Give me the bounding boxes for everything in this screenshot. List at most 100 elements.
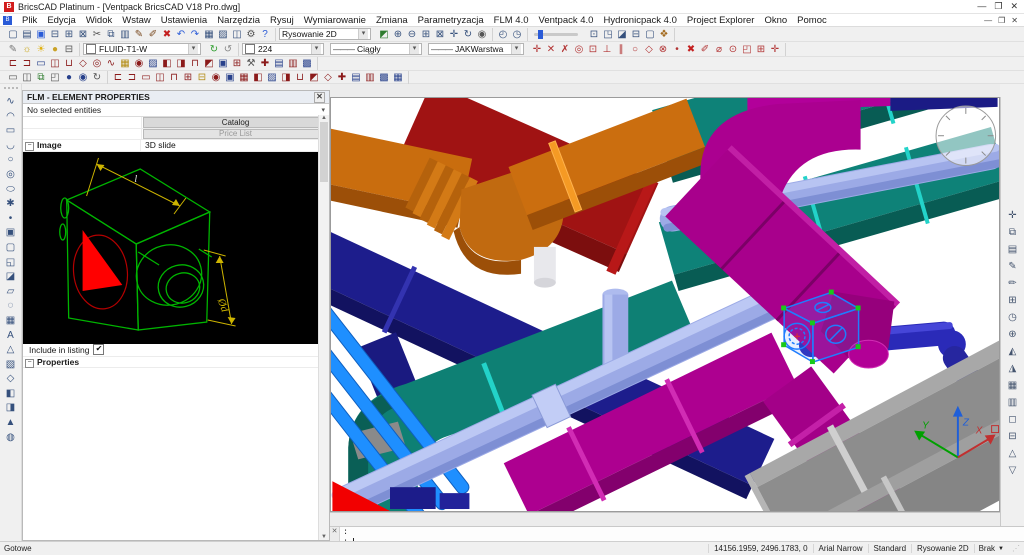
snap-tangent-icon[interactable]: ⊗ — [656, 43, 670, 56]
snap-off-icon[interactable]: ✖ — [684, 43, 698, 56]
layer-combo[interactable]: FLUID-T1-W▾ — [83, 43, 201, 55]
wipeout-icon[interactable]: ◌ — [4, 299, 18, 314]
menu-item-project-explorer[interactable]: Project Explorer — [682, 15, 760, 26]
vp-orbit-icon[interactable]: ↻ — [90, 71, 104, 84]
menu-item-plik[interactable]: Plik — [17, 15, 42, 26]
flm-fan-icon[interactable]: ◉ — [132, 57, 146, 70]
vent-elbow-icon[interactable]: ◫ — [153, 71, 167, 84]
snap-center-icon[interactable]: ◎ — [572, 43, 586, 56]
menu-item-hydronicpack-4-0[interactable]: Hydronicpack 4.0 — [598, 15, 681, 26]
ellipse-icon[interactable]: ⬭ — [4, 183, 18, 198]
snap-perp-icon[interactable]: ⊥ — [600, 43, 614, 56]
zoom-out-icon[interactable]: ⊖ — [405, 28, 419, 41]
panel-scrollbar[interactable]: ▲ ▼ — [318, 115, 329, 540]
pan-icon[interactable]: ✛ — [447, 28, 461, 41]
snap-node-icon[interactable]: ⊡ — [586, 43, 600, 56]
flm-tee-icon[interactable]: ⊔ — [62, 57, 76, 70]
scroll-up-icon[interactable]: ▲ — [321, 115, 327, 121]
vent-run-icon[interactable]: ▭ — [139, 71, 153, 84]
visual-style-icon[interactable]: ◪ — [615, 28, 629, 41]
flm-flex-icon[interactable]: ∿ — [104, 57, 118, 70]
snap-3d-icon[interactable]: ✛ — [768, 43, 782, 56]
flm-damper-icon[interactable]: ▦ — [118, 57, 132, 70]
restore-button[interactable]: ❐ — [994, 1, 1002, 12]
flm-reducer-icon[interactable]: ◇ — [76, 57, 90, 70]
scrollbar-thumb[interactable] — [320, 122, 328, 182]
flm-list-icon[interactable]: ▤ — [272, 57, 286, 70]
flm-calc-icon[interactable]: ⊞ — [230, 57, 244, 70]
status-coordinates[interactable]: 14156.1959, 2496.1783, 0 — [708, 544, 812, 553]
vent-duct-icon[interactable]: ⊏ — [111, 71, 125, 84]
array-icon[interactable]: ▦ — [1006, 377, 1020, 394]
zoom-extents-icon[interactable]: ⊠ — [433, 28, 447, 41]
clock-icon[interactable]: ◷ — [1006, 309, 1020, 326]
mirror-r-icon[interactable]: ◮ — [1006, 360, 1020, 377]
status-textstyle-font[interactable]: Arial Narrow — [813, 544, 868, 553]
grid-view-icon[interactable]: ⊞ — [1006, 292, 1020, 309]
navy-box-small[interactable] — [390, 487, 436, 509]
vp-box-icon[interactable]: ◰ — [48, 71, 62, 84]
status-workspace[interactable]: Rysowanie 2D — [911, 544, 974, 553]
vp-wall-icon[interactable]: ▭ — [6, 71, 20, 84]
snap-track-icon[interactable]: ⌀ — [712, 43, 726, 56]
undo-icon[interactable]: ↶ — [174, 28, 188, 41]
menu-item-wymiarowanie[interactable]: Wymiarowanie — [299, 15, 371, 26]
paste-icon[interactable]: ▥ — [118, 28, 132, 41]
menu-item-zmiana[interactable]: Zmiana — [371, 15, 413, 26]
preview-icon[interactable]: ⊟ — [48, 28, 62, 41]
image-icon[interactable]: ◫ — [230, 28, 244, 41]
vent-vav-icon[interactable]: ◧ — [251, 71, 265, 84]
snap-circle-icon[interactable]: ○ — [628, 43, 642, 56]
text-icon[interactable]: A — [4, 329, 18, 344]
menu-item-widok[interactable]: Widok — [81, 15, 117, 26]
snap-temp-icon[interactable]: ◰ — [740, 43, 754, 56]
polyline-icon[interactable]: ∿ — [4, 95, 18, 110]
collapse-icon[interactable]: − — [25, 142, 34, 151]
vp-copy-icon[interactable]: ⧉ — [34, 71, 48, 84]
flm-wrench-icon[interactable]: ✚ — [258, 57, 272, 70]
white-connector[interactable] — [534, 247, 556, 288]
status-annoscale[interactable]: Brak▼ — [974, 544, 1008, 553]
price-list-button[interactable]: Price List — [143, 129, 328, 140]
help-icon[interactable]: ? — [258, 28, 272, 41]
hatch-icon[interactable]: ▨ — [216, 28, 230, 41]
view-iso-icon[interactable]: ◷ — [510, 28, 524, 41]
pan-view-icon[interactable]: ✛ — [1006, 207, 1020, 224]
minimize-button[interactable]: — — [977, 1, 986, 12]
orbit-icon[interactable]: ↻ — [461, 28, 475, 41]
model-viewport[interactable]: Z Y X — [330, 97, 1000, 512]
entity-selector[interactable]: No selected entities ▾ — [23, 104, 329, 117]
view-3d-icon[interactable]: ◳ — [601, 28, 615, 41]
mdi-close-button[interactable]: ✕ — [1011, 16, 1018, 25]
flm-fitting-icon[interactable]: ▭ — [34, 57, 48, 70]
render-icon[interactable]: ◩ — [377, 28, 391, 41]
navy-box-small-2[interactable] — [440, 493, 470, 509]
snap-settings-icon[interactable]: ⊞ — [754, 43, 768, 56]
print-icon[interactable]: ⊞ — [62, 28, 76, 41]
draw-order-icon[interactable]: ✎ — [6, 43, 20, 56]
tri-down-icon[interactable]: ▽ — [1006, 462, 1020, 479]
boundary-icon[interactable]: ▢ — [4, 241, 18, 256]
mdi-minimize-button[interactable]: — — [984, 16, 992, 25]
lock-icon[interactable]: ● — [48, 43, 62, 56]
rectangle-icon[interactable]: ▭ — [4, 124, 18, 139]
lineweight-combo[interactable]: ——— JAKWarstwa▾ — [428, 43, 524, 55]
menu-item-rysuj[interactable]: Rysuj — [265, 15, 299, 26]
circle-icon[interactable]: ○ — [4, 153, 18, 168]
gradient-icon[interactable]: ▧ — [4, 358, 18, 373]
settings-icon[interactable]: ⚙ — [244, 28, 258, 41]
flm-elbow-icon[interactable]: ◫ — [48, 57, 62, 70]
pick-icon[interactable]: ✏ — [1006, 275, 1020, 292]
copy-ent-icon[interactable]: ⧉ — [1006, 224, 1020, 241]
menu-item-narz-dzia[interactable]: Narzędzia — [212, 15, 265, 26]
vent-box-icon[interactable]: ▣ — [223, 71, 237, 84]
snap-point-icon[interactable]: • — [670, 43, 684, 56]
menu-item-okno[interactable]: Okno — [759, 15, 792, 26]
flm-info-icon[interactable]: ▣ — [216, 57, 230, 70]
zoom-window-icon[interactable]: ⊞ — [419, 28, 433, 41]
point-icon[interactable]: • — [4, 212, 18, 227]
color-combo[interactable]: 224▾ — [242, 43, 324, 55]
vent-tag-icon[interactable]: ◇ — [321, 71, 335, 84]
menu-item-pomoc[interactable]: Pomoc — [792, 15, 832, 26]
mtext-icon[interactable]: △ — [4, 343, 18, 358]
